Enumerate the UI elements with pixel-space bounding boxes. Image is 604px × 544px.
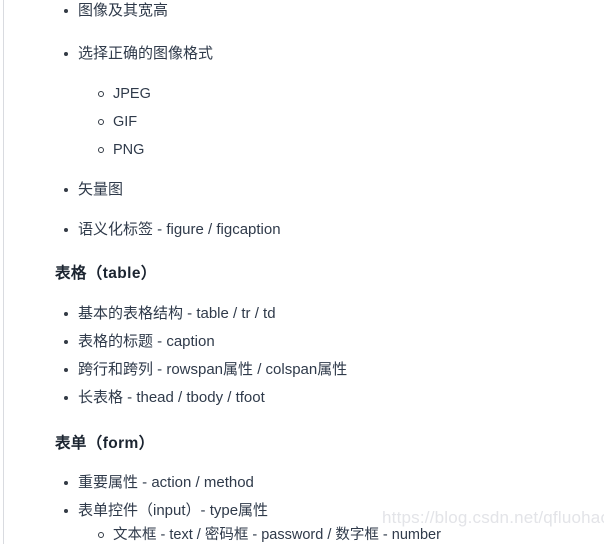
list-item-label: 矢量图: [78, 181, 124, 198]
heading-label: 表格（table）: [55, 265, 157, 282]
list-item: 重要属性 - action / method: [64, 474, 254, 492]
list-item-label: 基本的表格结构 - table / tr / td: [78, 305, 276, 322]
list-item: 表单控件（input）- type属性: [63, 502, 269, 520]
list-item-label: 表格的标题 - caption: [78, 333, 215, 350]
list-item: 长表格 - thead / tbody / tfoot: [64, 389, 265, 407]
list-item: 语义化标签 - figure / figcaption: [64, 221, 281, 239]
list-item: PNG: [97, 141, 145, 159]
list-item-label: GIF: [113, 114, 138, 130]
section-heading: 表格（table）: [55, 261, 157, 283]
list-item: 跨行和跨列 - rowspan属性 / colspan属性: [63, 361, 348, 379]
list-item: 表格的标题 - caption: [64, 333, 215, 351]
list-item-label: 跨行和跨列 - rowspan属性 / colspan属性: [78, 361, 348, 378]
list-item-label: PNG: [113, 142, 145, 158]
list-item: JPEG: [98, 85, 151, 103]
list-item: 选择正确的图像格式: [63, 45, 214, 63]
list-item: 图像及其宽高: [63, 2, 169, 20]
list-item: 文本框 - text / 密码框 - password / 数字框 - numb…: [98, 526, 441, 544]
list-item: 矢量图: [63, 181, 124, 199]
list-item-label: 文本框 - text / 密码框 - password / 数字框 - numb…: [113, 527, 441, 543]
list-item: 基本的表格结构 - table / tr / td: [64, 305, 276, 323]
list-item-label: 重要属性 - action / method: [78, 474, 254, 491]
list-item-label: 语义化标签 - figure / figcaption: [78, 221, 281, 238]
document-body: 图像及其宽高选择正确的图像格式 JPEG GIF PNG 矢量图语义化标签 - figu…: [0, 0, 604, 544]
section-heading: 表单（form）: [55, 431, 155, 453]
heading-label: 表单（form）: [55, 435, 155, 452]
list-item: GIF: [97, 113, 138, 131]
list-item-label: 长表格 - thead / tbody / tfoot: [78, 389, 265, 406]
list-item-label: 图像及其宽高: [78, 2, 169, 19]
list-item-label: 选择正确的图像格式: [78, 45, 214, 62]
list-item-label: 表单控件（input）- type属性: [78, 502, 269, 519]
list-item-label: JPEG: [113, 86, 151, 102]
